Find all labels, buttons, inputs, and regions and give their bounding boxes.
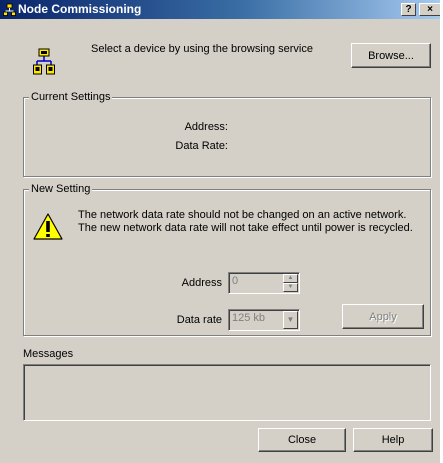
title-bar[interactable]: Node Commissioning ? × — [0, 0, 440, 19]
browse-instruction: Select a device by using the browsing se… — [91, 43, 313, 55]
address-value: 0 — [232, 275, 239, 287]
help-button[interactable]: Help — [353, 428, 433, 452]
spin-up-icon[interactable]: ▲ — [283, 274, 298, 283]
close-button[interactable]: Close — [258, 428, 346, 452]
apply-button[interactable]: Apply — [342, 304, 424, 329]
data-rate-select[interactable]: 125 kb ▼ — [228, 309, 300, 331]
title-close-button[interactable]: × — [419, 3, 440, 16]
warning-icon — [33, 213, 63, 240]
data-rate-value: 125 kb — [232, 312, 266, 324]
chevron-down-icon[interactable]: ▼ — [283, 311, 298, 329]
browse-button[interactable]: Browse... — [351, 43, 431, 68]
new-setting-legend: New Setting — [29, 183, 93, 195]
current-data-rate-label: Data Rate: — [175, 140, 228, 152]
new-address-label: Address — [181, 277, 222, 289]
network-icon — [3, 3, 16, 16]
window-title: Node Commissioning — [18, 2, 142, 16]
current-address-label: Address: — [184, 121, 228, 133]
spin-down-icon[interactable]: ▼ — [283, 283, 298, 292]
messages-box[interactable] — [23, 364, 431, 421]
node-commissioning-dialog: Node Commissioning ? × Select a device b… — [0, 0, 440, 463]
data-rate-warning-text: The network data rate should not be chan… — [78, 209, 413, 234]
network-nodes-icon — [33, 48, 55, 75]
current-settings-group: Current Settings — [23, 91, 431, 177]
current-settings-legend: Current Settings — [29, 91, 113, 103]
messages-label: Messages — [23, 348, 74, 360]
title-help-button[interactable]: ? — [401, 3, 416, 16]
address-spin-input[interactable]: 0 ▲ ▼ — [228, 272, 300, 294]
new-data-rate-label: Data rate — [176, 314, 222, 326]
